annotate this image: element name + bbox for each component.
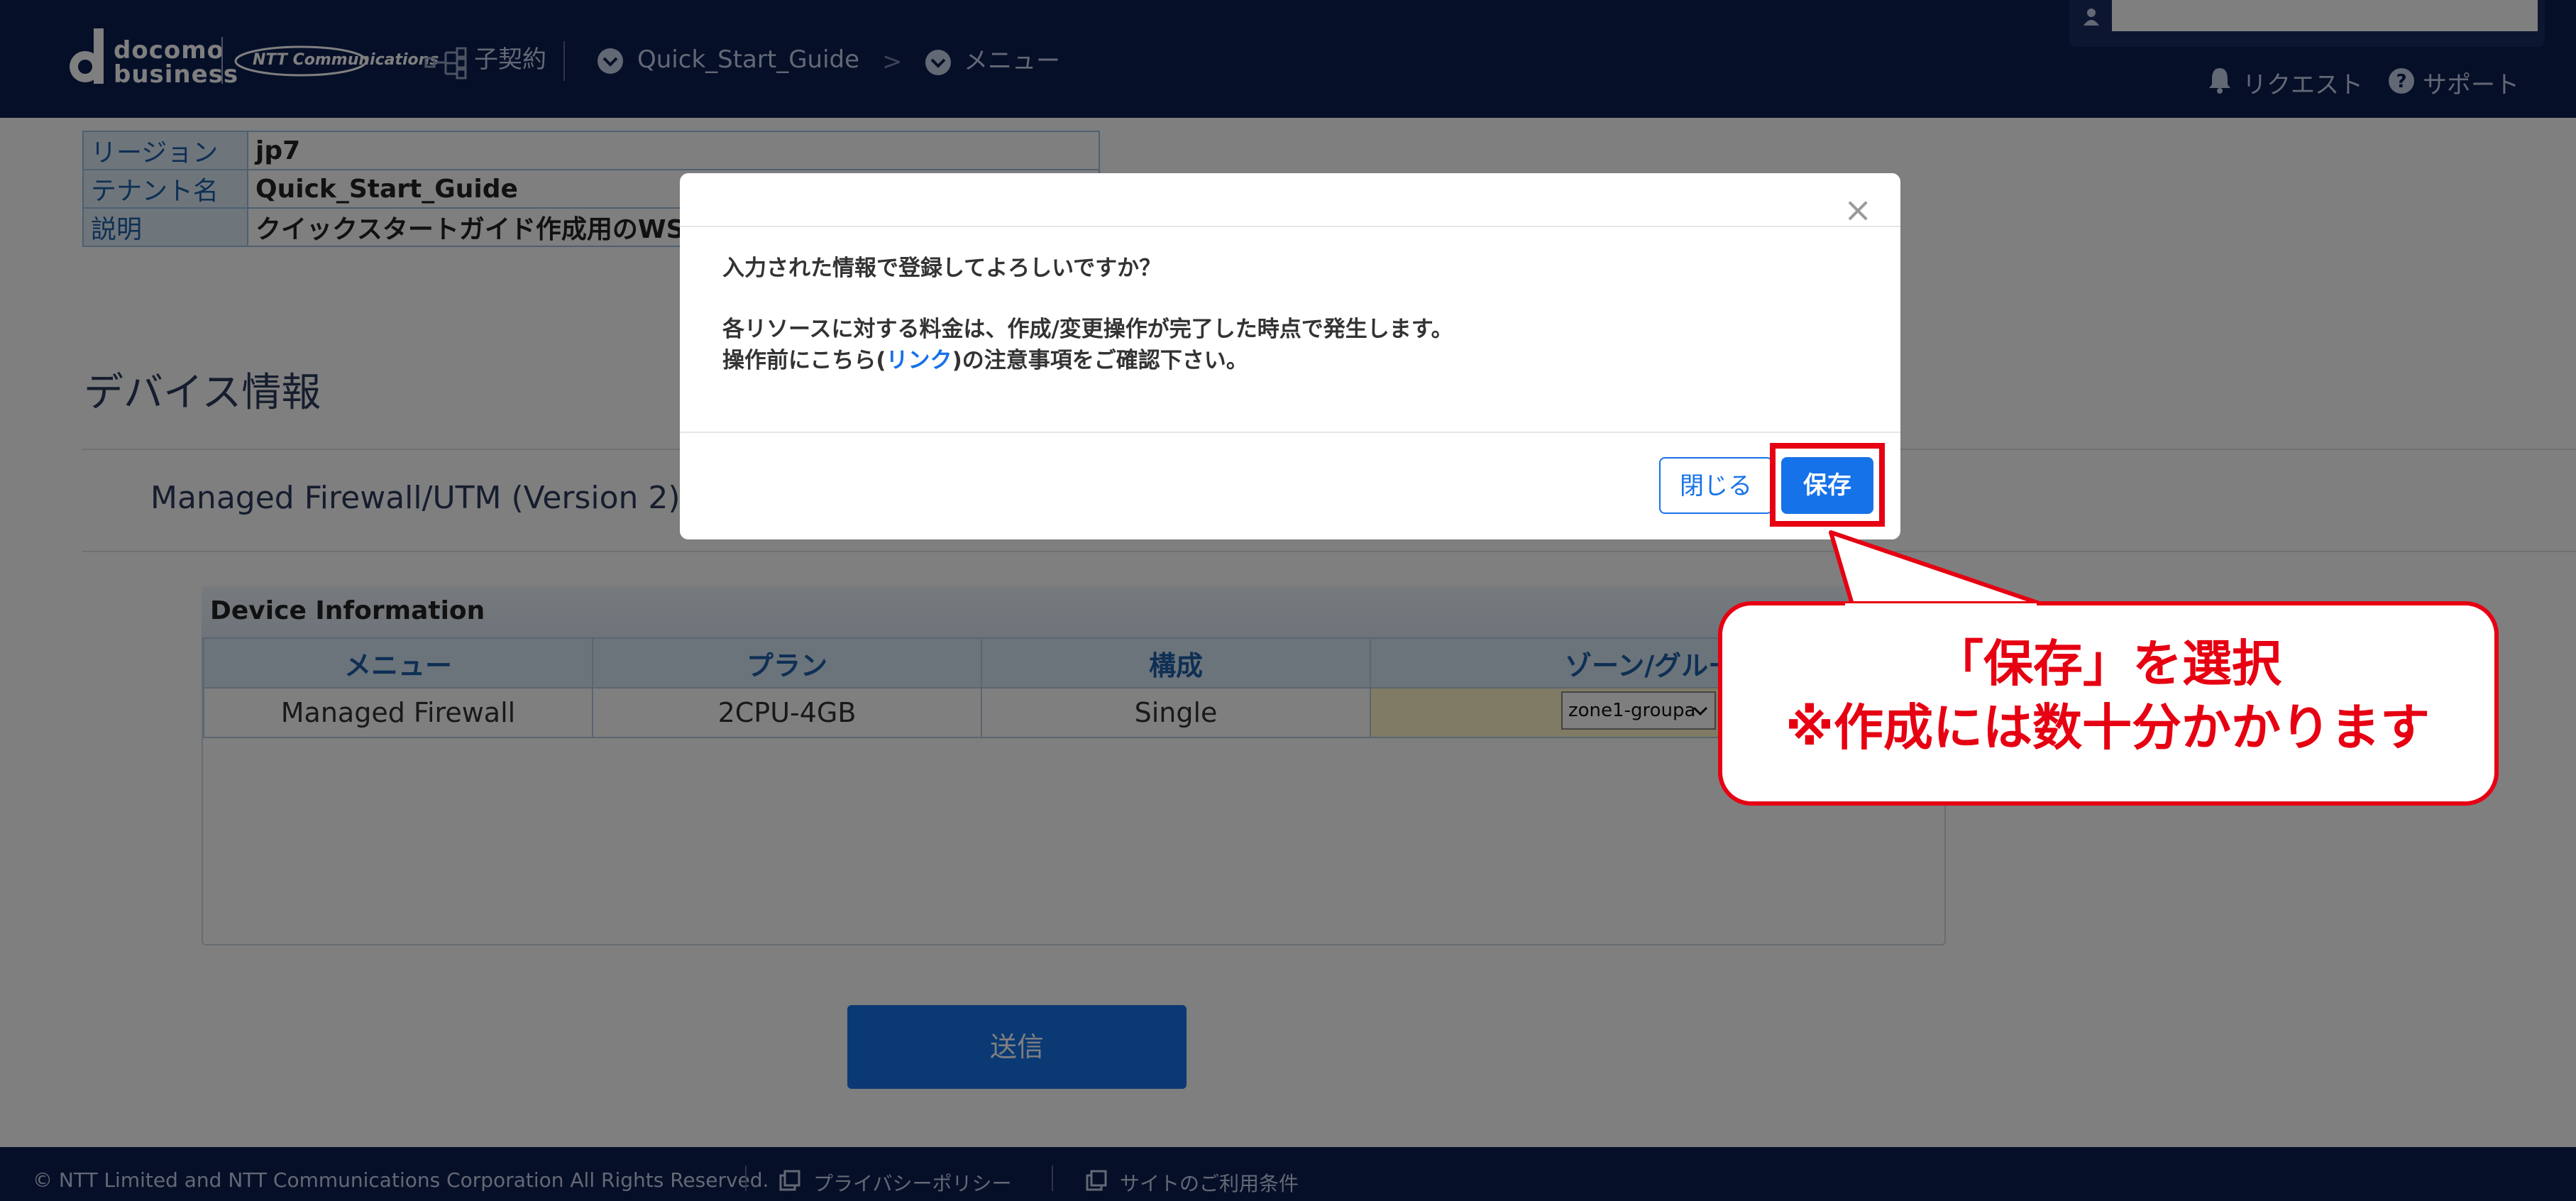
callout-line1: 「保存」を選択 xyxy=(1934,635,2281,693)
callout-bubble xyxy=(1718,530,2499,806)
callout-line2: ※作成には数十分かかります xyxy=(1785,698,2431,757)
